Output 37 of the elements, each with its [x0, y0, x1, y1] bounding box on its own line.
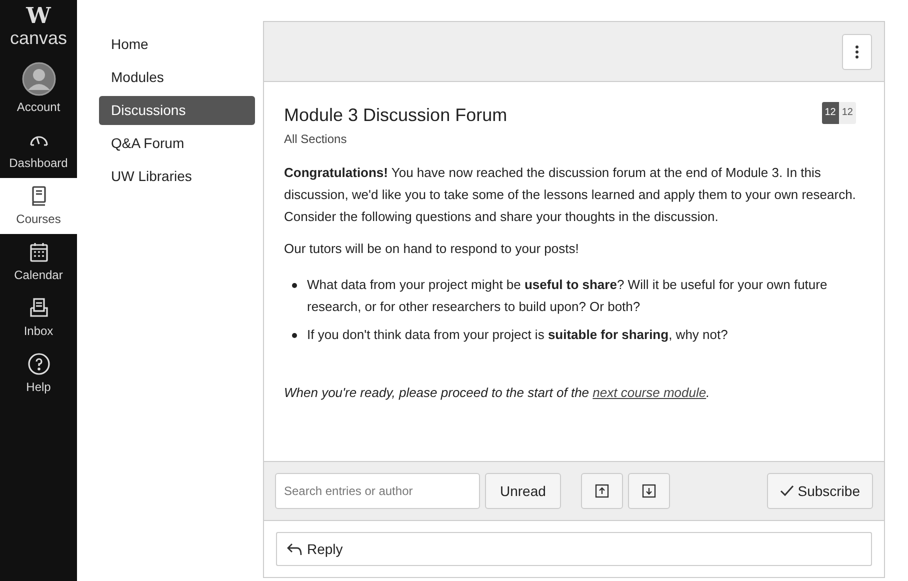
body-paragraph: Congratulations! You have now reached the discussion forum at the end of Module 3. In this discussion, we'd like you to take some of the lessons learned and apply them to your own research. Consider the following questions and share your thoughts in the discussion.	[284, 164, 857, 226]
more-options-button[interactable]	[842, 34, 872, 70]
search-field[interactable]: Search entries or author	[275, 473, 480, 509]
reply-button[interactable]: Reply	[276, 532, 872, 566]
nav-item[interactable]: Help	[0, 346, 77, 402]
help-icon	[26, 352, 50, 376]
more-icon	[855, 44, 859, 58]
subscribe-button[interactable]: Subscribe	[766, 473, 873, 509]
closing-paragraph: When you're ready, please proceed to the start of the next course module.	[284, 384, 711, 402]
discussion-title: Module 3 Discussion Forum	[284, 104, 508, 126]
nav-item[interactable]: Courses	[0, 178, 77, 234]
course-nav-link[interactable]: UW Libraries	[99, 162, 255, 191]
course-nav-link[interactable]: Q&A Forum	[99, 129, 255, 158]
avatar-icon	[22, 62, 56, 96]
upload-icon	[594, 484, 609, 498]
course-nav-link[interactable]: Home	[99, 30, 255, 59]
course-nav-link[interactable]: Discussions	[99, 96, 255, 125]
bullet-text: If you don't think data from your project is suitable for sharing, why not?	[307, 326, 728, 344]
download-icon	[642, 484, 656, 498]
course-nav-link[interactable]: Modules	[99, 63, 255, 92]
nav-item[interactable]: Inbox	[0, 290, 77, 346]
unread-button[interactable]: Unread	[485, 473, 561, 509]
expand-button[interactable]	[628, 473, 670, 509]
nav-item[interactable]: Account	[0, 56, 77, 122]
nav-item[interactable]: Calendar	[0, 234, 77, 290]
collapse-button[interactable]	[580, 473, 623, 509]
sections-label: All Sections	[284, 131, 348, 148]
unread-count: 12	[822, 102, 839, 124]
body-paragraph: Our tutors will be on hand to respond to your posts!	[284, 240, 580, 258]
reply-icon	[287, 542, 303, 556]
logo-text[interactable]: canvas	[10, 28, 68, 48]
bullet-text: What data from your project might be useful to share? Will it be useful for your own future research, or for other researchers to build upon? Or both?	[307, 276, 828, 316]
next-module-link[interactable]: next course module	[592, 385, 706, 400]
logo-letter[interactable]: W	[26, 4, 51, 28]
nav-item[interactable]: Dashboard	[0, 122, 77, 178]
check-icon	[780, 485, 794, 497]
total-count: 12	[838, 102, 856, 124]
